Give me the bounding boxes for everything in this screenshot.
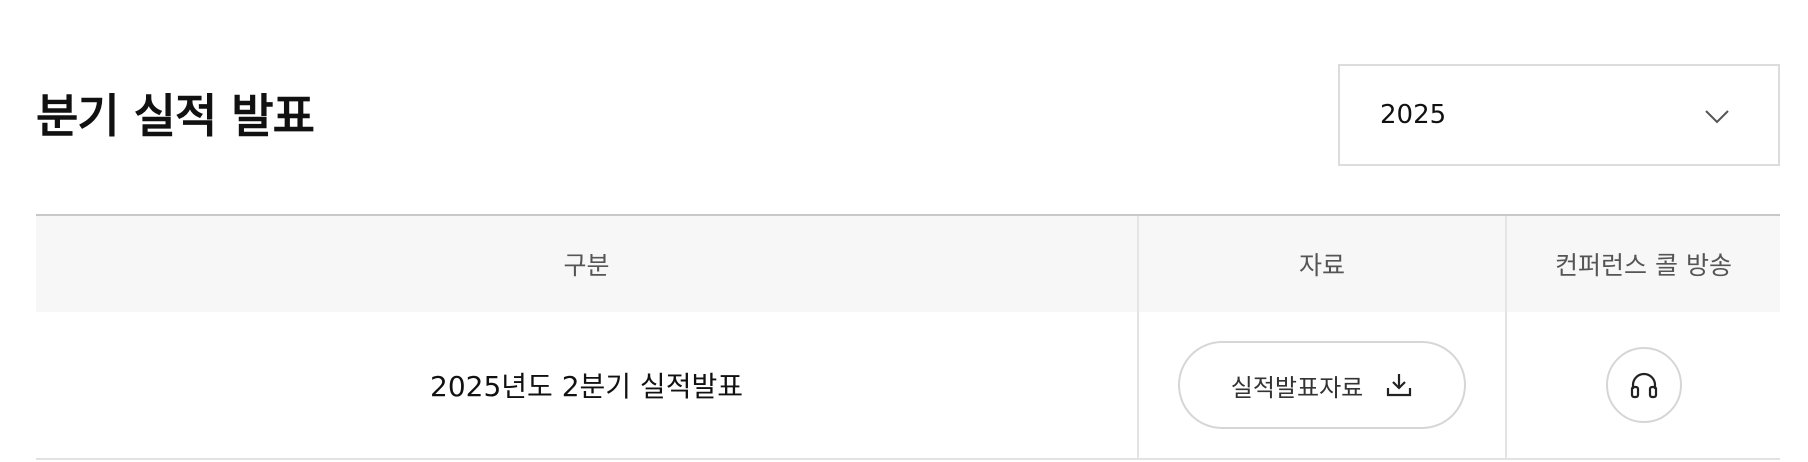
table-header: 구분 자료 컨퍼런스 콜 방송 [36,216,1780,312]
row-broadcast-cell [1505,312,1780,458]
download-icon [1387,374,1412,397]
page: 분기 실적 발표 2025 구분 자료 컨퍼런스 콜 방송 2025년도 2분기… [0,0,1808,462]
earnings-table: 구분 자료 컨퍼런스 콜 방송 2025년도 2분기 실적발표 실적발표자료 [36,214,1780,460]
conference-call-listen-button[interactable] [1605,347,1682,423]
header-category: 구분 [563,251,610,280]
table-row: 2025년도 2분기 실적발표 실적발표자료 [36,312,1780,460]
header-conference-call: 컨퍼런스 콜 방송 [1505,216,1780,312]
headphones-icon [1630,372,1657,399]
year-select-value: 2025 [1380,100,1447,130]
row-material-cell: 실적발표자료 [1137,312,1505,458]
row-title: 2025년도 2분기 실적발표 [430,370,743,403]
year-select[interactable]: 2025 [1338,64,1780,166]
earnings-material-download-button[interactable]: 실적발표자료 [1178,341,1466,429]
download-button-label: 실적발표자료 [1230,373,1364,402]
header-material: 자료 [1137,216,1505,312]
page-title: 분기 실적 발표 [36,89,315,143]
row-title-cell: 2025년도 2분기 실적발표 [36,312,1137,458]
chevron-down-icon [1705,110,1729,124]
